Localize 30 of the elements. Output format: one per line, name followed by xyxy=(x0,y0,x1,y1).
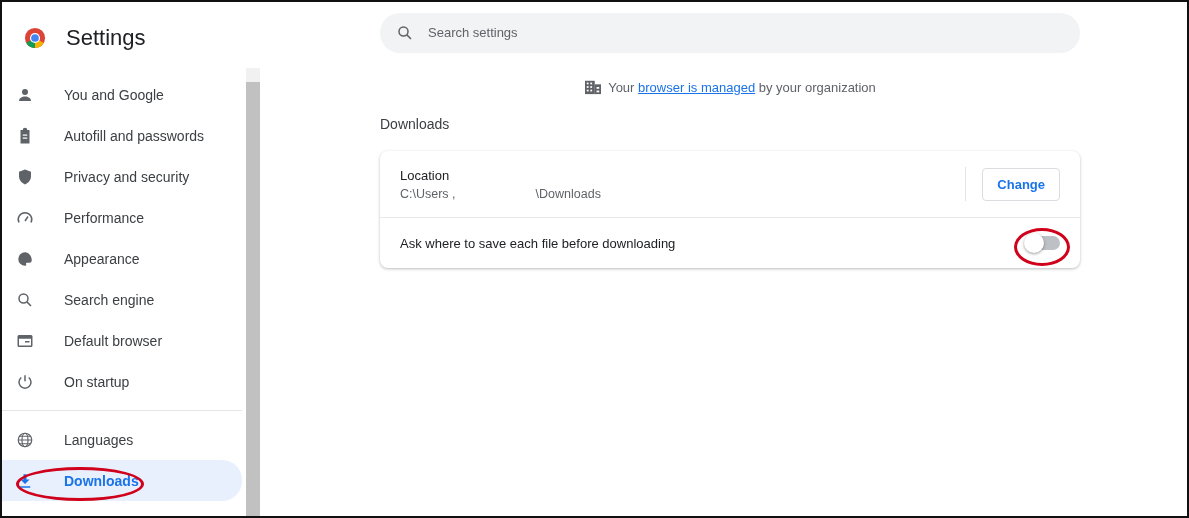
sidebar-item[interactable]: Downloads xyxy=(2,460,242,501)
change-button[interactable]: Change xyxy=(982,167,1060,201)
section-heading: Downloads xyxy=(380,116,451,132)
managed-link[interactable]: browser is managed xyxy=(638,79,756,95)
sidebar-item[interactable]: On startup xyxy=(2,361,242,402)
building-icon xyxy=(584,79,603,95)
sidebar-item[interactable]: Default browser xyxy=(2,320,242,361)
path-text: \Downloads xyxy=(535,186,601,201)
sidebar-item[interactable]: Privacy and security xyxy=(2,156,242,197)
managed-notice: Your browser is managed by your organization xyxy=(608,79,876,95)
search-field[interactable]: Search settings xyxy=(380,12,1080,53)
sidebar-item[interactable]: Autofill and passwords xyxy=(2,115,242,156)
scrollbar[interactable] xyxy=(246,68,260,516)
page-title: Settings xyxy=(66,25,146,51)
sidebar-item[interactable]: Languages xyxy=(2,419,242,460)
globe-icon xyxy=(16,430,34,449)
shield-icon xyxy=(16,167,34,186)
search-icon xyxy=(396,23,414,42)
setting-label: Ask where to save each file before downloading xyxy=(400,235,677,251)
browser-logo-icon xyxy=(24,27,46,49)
sidebar-item[interactable]: Appearance xyxy=(2,238,242,279)
sidebar-item[interactable]: Search engine xyxy=(2,279,242,320)
search-icon xyxy=(16,290,34,309)
power-icon xyxy=(16,372,34,391)
sidebar-item[interactable]: Performance xyxy=(2,197,242,238)
sidebar-item[interactable]: You and Google xyxy=(2,74,242,115)
annotation-ellipse xyxy=(1014,228,1070,266)
path-text: C:\Users , xyxy=(400,186,456,201)
toggle-switch[interactable] xyxy=(1026,236,1060,250)
location-label: Location xyxy=(400,167,451,183)
